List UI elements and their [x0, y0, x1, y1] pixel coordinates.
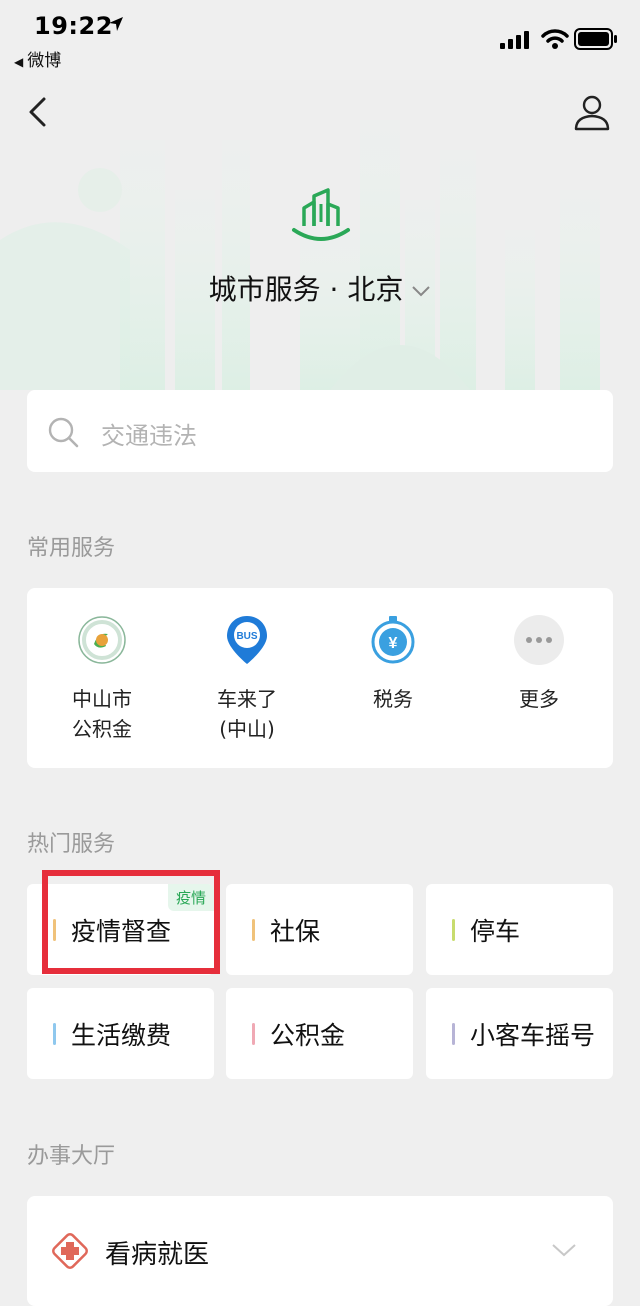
status-bar: 19:22 ◀ 微博 — [0, 0, 640, 80]
status-time: 19:22 — [34, 12, 113, 40]
service-label: 税务 — [373, 687, 413, 711]
chevron-down-icon — [412, 286, 431, 297]
battery-icon — [574, 28, 617, 50]
hall-item-label: 看病就医 — [105, 1240, 210, 1270]
common-services-card: 中山市公积金 BUS 车来了(中山) ¥ 税务 更多 — [27, 588, 613, 768]
hot-tile-car-lottery[interactable]: 小客车摇号 — [426, 988, 613, 1079]
service-bus[interactable]: BUS 车来了(中山) — [182, 614, 312, 744]
city-services-logo-icon — [292, 188, 350, 241]
hot-tile-parking[interactable]: 停车 — [426, 884, 613, 975]
tile-label: 社保 — [270, 917, 321, 946]
tile-label: 停车 — [470, 917, 521, 946]
tile-accent-bar — [53, 1023, 56, 1045]
tile-label: 生活缴费 — [71, 1021, 172, 1050]
back-app-label: 微博 — [27, 51, 62, 71]
tile-accent-bar — [252, 919, 255, 941]
hot-tile-utility-payment[interactable]: 生活缴费 — [27, 988, 214, 1079]
tile-label: 小客车摇号 — [470, 1021, 596, 1050]
tax-yen-icon: ¥ — [371, 616, 415, 664]
service-label: 车来了(中山) — [217, 687, 277, 741]
back-to-app-link[interactable]: ◀ 微博 — [14, 46, 61, 71]
hot-tile-housing-fund[interactable]: 公积金 — [226, 988, 413, 1079]
search-placeholder: 交通违法 — [101, 422, 197, 450]
common-services-title: 常用服务 — [27, 536, 116, 561]
hot-tile-social-security[interactable]: 社保 — [226, 884, 413, 975]
search-input[interactable]: 交通违法 — [27, 390, 613, 472]
service-label: 中山市公积金 — [72, 687, 132, 741]
svg-text:¥: ¥ — [389, 635, 398, 652]
service-label: 更多 — [519, 687, 559, 711]
back-chevron-icon[interactable] — [22, 94, 58, 130]
search-icon — [48, 417, 79, 448]
hall-item-medical[interactable]: 看病就医 — [27, 1196, 613, 1306]
tile-label: 公积金 — [270, 1021, 346, 1050]
office-hall-title: 办事大厅 — [27, 1144, 116, 1169]
more-dots-icon — [514, 615, 564, 665]
svg-text:BUS: BUS — [236, 631, 257, 642]
wifi-icon — [541, 29, 569, 49]
tile-accent-bar — [452, 919, 455, 941]
location-arrow-icon — [109, 17, 123, 31]
bus-pin-icon: BUS — [227, 616, 267, 664]
medical-cross-icon — [52, 1233, 88, 1269]
cellular-signal-icon — [500, 31, 529, 49]
red-highlight-annotation — [42, 870, 220, 974]
service-more[interactable]: 更多 — [474, 614, 604, 714]
service-tax[interactable]: ¥ 税务 — [328, 614, 458, 714]
city-selector[interactable]: 城市服务 · 北京 — [0, 268, 640, 308]
profile-icon[interactable] — [572, 92, 612, 132]
city-title-label: 城市服务 · 北京 — [208, 273, 404, 306]
chevron-down-icon[interactable] — [551, 1242, 577, 1258]
tile-accent-bar — [252, 1023, 255, 1045]
service-housing-fund[interactable]: 中山市公积金 — [37, 614, 167, 744]
tile-accent-bar — [452, 1023, 455, 1045]
housing-fund-logo-icon — [78, 616, 126, 664]
hot-services-title: 热门服务 — [27, 832, 116, 857]
back-triangle-icon: ◀ — [14, 55, 24, 69]
